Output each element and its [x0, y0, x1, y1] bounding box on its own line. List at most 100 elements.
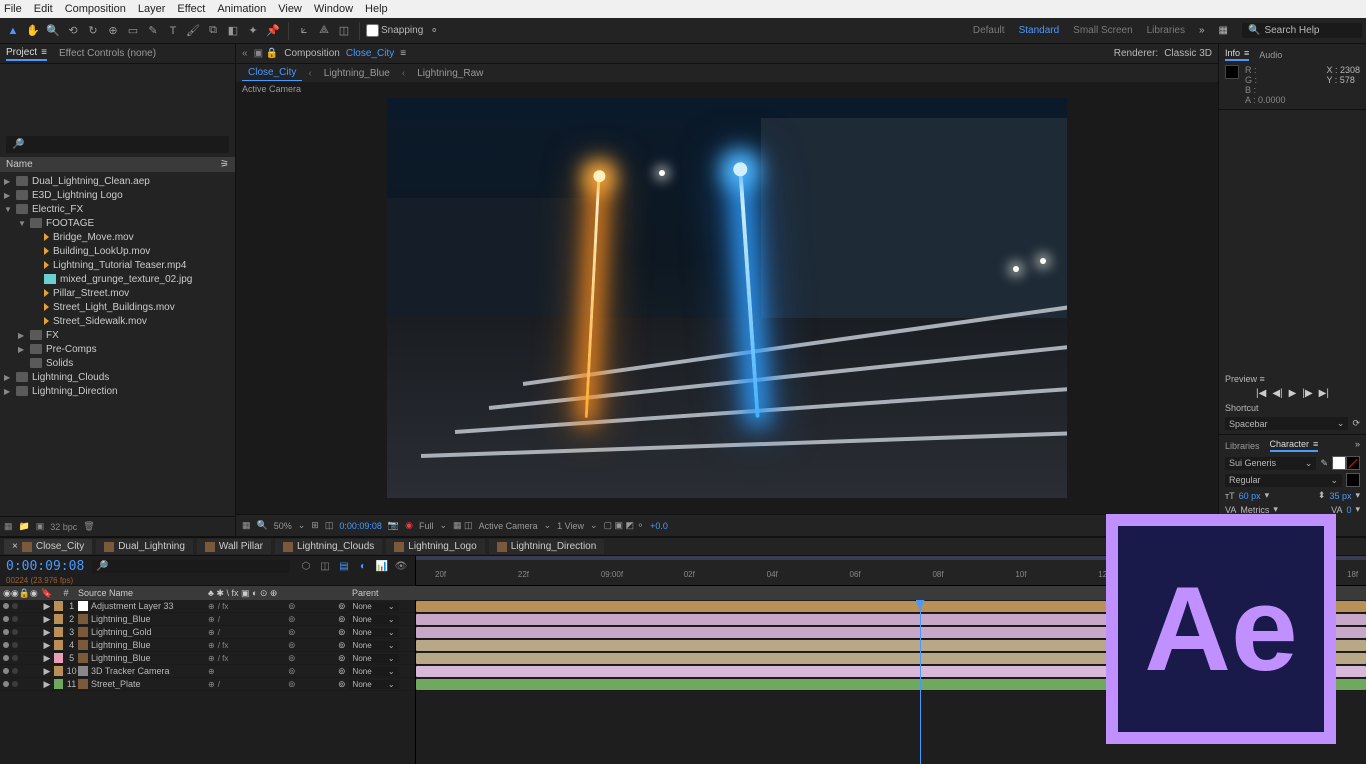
tree-item[interactable]: ▶Pre-Comps [0, 342, 235, 356]
tree-item[interactable]: Lightning_Tutorial Teaser.mp4 [0, 258, 235, 272]
tab-character[interactable]: Character ≡ [1270, 439, 1319, 452]
timeline-tab[interactable]: Lightning_Direction [489, 539, 605, 554]
tree-item[interactable]: ▶Lightning_Clouds [0, 370, 235, 384]
interpret-icon[interactable]: ▦ [4, 521, 13, 532]
tree-item[interactable]: Building_LookUp.mov [0, 244, 235, 258]
kerning-value[interactable]: Metrics [1240, 505, 1269, 515]
workspace-standard[interactable]: Standard [1019, 25, 1060, 36]
timeline-tab[interactable]: Lightning_Logo [386, 539, 484, 554]
viewer-time[interactable]: 0:00:09:08 [339, 521, 382, 531]
play-icon[interactable]: ▶ [1289, 388, 1297, 399]
search-help-box[interactable]: 🔍 Search Help [1242, 23, 1362, 38]
new-folder-icon[interactable]: 📁 [19, 521, 30, 532]
comp-tab-lightning-blue[interactable]: Lightning_Blue [318, 66, 396, 81]
tree-item[interactable]: Street_Light_Buildings.mov [0, 300, 235, 314]
menu-layer[interactable]: Layer [138, 3, 166, 15]
zoom-value[interactable]: 50% [274, 521, 292, 531]
pixel-ar-icon[interactable]: ▢ ▣ ◩ ⚬ [604, 520, 645, 531]
tree-item[interactable]: Street_Sidewalk.mov [0, 314, 235, 328]
draft-3d-icon[interactable]: ◫ [317, 558, 333, 574]
menu-composition[interactable]: Composition [65, 3, 126, 15]
last-frame-icon[interactable]: ▶| [1319, 388, 1329, 399]
timeline-timecode[interactable]: 0:00:09:08 [6, 559, 84, 574]
axis-local-icon[interactable]: ⟀ [295, 22, 313, 40]
tab-info[interactable]: Info ≡ [1225, 48, 1249, 61]
next-frame-icon[interactable]: |▶ [1302, 388, 1312, 399]
comp-header-name[interactable]: Close_City [346, 48, 394, 59]
renderer-value[interactable]: Classic 3D [1164, 48, 1212, 59]
bpc-toggle[interactable]: 32 bpc [50, 522, 77, 532]
timeline-playhead[interactable] [920, 600, 921, 764]
layer-row[interactable]: ▶103D Tracker Camera⊕⊚⊚None⌄ [0, 665, 415, 678]
number-column-header[interactable]: # [54, 588, 78, 598]
snap-ext-icon[interactable]: ⚬ [425, 22, 443, 40]
timeline-tab[interactable]: Lightning_Clouds [275, 539, 382, 554]
menu-edit[interactable]: Edit [34, 3, 53, 15]
tree-item[interactable]: Bridge_Move.mov [0, 230, 235, 244]
bw-swap-icon[interactable] [1346, 473, 1360, 487]
hand-tool-icon[interactable]: ✋ [24, 22, 42, 40]
layer-row[interactable]: ▶2Lightning_Blue⊕/⊚⊚None⌄ [0, 613, 415, 626]
tree-item[interactable]: ▶FX [0, 328, 235, 342]
pen-tool-icon[interactable]: ✎ [144, 22, 162, 40]
shy-icon[interactable]: 👁 [393, 558, 409, 574]
snapshot-icon[interactable]: 📷 [388, 520, 399, 531]
menu-file[interactable]: File [4, 3, 22, 15]
channels-icon[interactable]: ◉ [405, 520, 413, 531]
prev-frame-icon[interactable]: ◀| [1272, 388, 1282, 399]
flowchart-icon[interactable]: ⚞ [220, 159, 229, 170]
comp-mini-flow-icon[interactable]: ⬡ [298, 558, 314, 574]
transparency-icon[interactable]: ▦ ◫ [453, 520, 473, 531]
tab-libraries[interactable]: Libraries [1225, 439, 1260, 452]
res-icon[interactable]: ◫ [325, 520, 334, 531]
tree-item[interactable]: ▼FOOTAGE [0, 216, 235, 230]
menu-view[interactable]: View [278, 3, 302, 15]
graph-editor-icon[interactable]: 📊 [374, 558, 390, 574]
workspace-libraries[interactable]: Libraries [1147, 25, 1185, 36]
tree-item[interactable]: Pillar_Street.mov [0, 286, 235, 300]
tree-item[interactable]: ▶Lightning_Direction [0, 384, 235, 398]
timeline-search-input[interactable]: 🔎 [92, 560, 290, 573]
eyedropper-icon[interactable]: ✎ [1320, 458, 1328, 469]
tree-item[interactable]: Solids [0, 356, 235, 370]
stroke-color-well[interactable] [1346, 456, 1360, 470]
resolution-dropdown[interactable]: Full [419, 521, 434, 531]
font-style-dropdown[interactable]: Regular⌄ [1225, 474, 1342, 487]
orbit-tool-icon[interactable]: ⟲ [64, 22, 82, 40]
trash-icon[interactable]: 🗑 [83, 521, 94, 532]
av-column-header[interactable]: ◉◉🔒◉ [0, 588, 40, 599]
reset-icon[interactable]: ⟳ [1352, 418, 1360, 429]
switches-column-header[interactable]: ♣ ✱ \ fx ▣ ◐ ⊙ ⊕ [208, 588, 288, 599]
panel-overflow-icon[interactable]: » [1355, 439, 1360, 452]
clone-tool-icon[interactable]: ⧉ [204, 22, 222, 40]
first-frame-icon[interactable]: |◀ [1256, 388, 1266, 399]
shape-tool-icon[interactable]: ▭ [124, 22, 142, 40]
font-size-value[interactable]: 60 px [1239, 491, 1261, 501]
tree-item[interactable]: mixed_grunge_texture_02.jpg [0, 272, 235, 286]
font-family-dropdown[interactable]: Sui Generis⌄ [1225, 457, 1316, 470]
fill-color-well[interactable] [1332, 456, 1346, 470]
anchor-tool-icon[interactable]: ⊕ [104, 22, 122, 40]
layer-row[interactable]: ▶4Lightning_Blue⊕/ fx⊚⊚None⌄ [0, 639, 415, 652]
magnify-icon[interactable]: 🔍 [257, 520, 268, 531]
shortcut-dropdown[interactable]: Spacebar⌄ [1225, 417, 1348, 430]
timeline-tab[interactable]: × Close_City [4, 539, 92, 554]
tab-project[interactable]: Project ≡ [6, 47, 47, 61]
tab-effect-controls[interactable]: Effect Controls (none) [59, 48, 156, 59]
workspace-small-screen[interactable]: Small Screen [1073, 25, 1132, 36]
type-tool-icon[interactable]: T [164, 22, 182, 40]
tree-item[interactable]: ▼Electric_FX [0, 202, 235, 216]
comp-tab-close-city[interactable]: Close_City [242, 65, 302, 81]
rotate-tool-icon[interactable]: ↻ [84, 22, 102, 40]
timeline-layer-list[interactable]: ▶1Adjustment Layer 33⊕/ fx⊚⊚None⌄▶2Light… [0, 600, 416, 764]
menu-animation[interactable]: Animation [217, 3, 266, 15]
camera-dropdown[interactable]: Active Camera [479, 521, 538, 531]
workspace-panel-icon[interactable]: ▦ [1219, 25, 1228, 36]
exposure-value[interactable]: +0.0 [650, 521, 668, 531]
tracking-value[interactable]: 0 [1346, 505, 1351, 515]
leading-value[interactable]: 35 px [1329, 491, 1351, 501]
label-column-header[interactable]: 🔖 [40, 588, 54, 599]
frame-blend-icon[interactable]: ▤ [336, 558, 352, 574]
roto-tool-icon[interactable]: ✦ [244, 22, 262, 40]
channel-icon[interactable]: ⊞ [311, 520, 319, 531]
